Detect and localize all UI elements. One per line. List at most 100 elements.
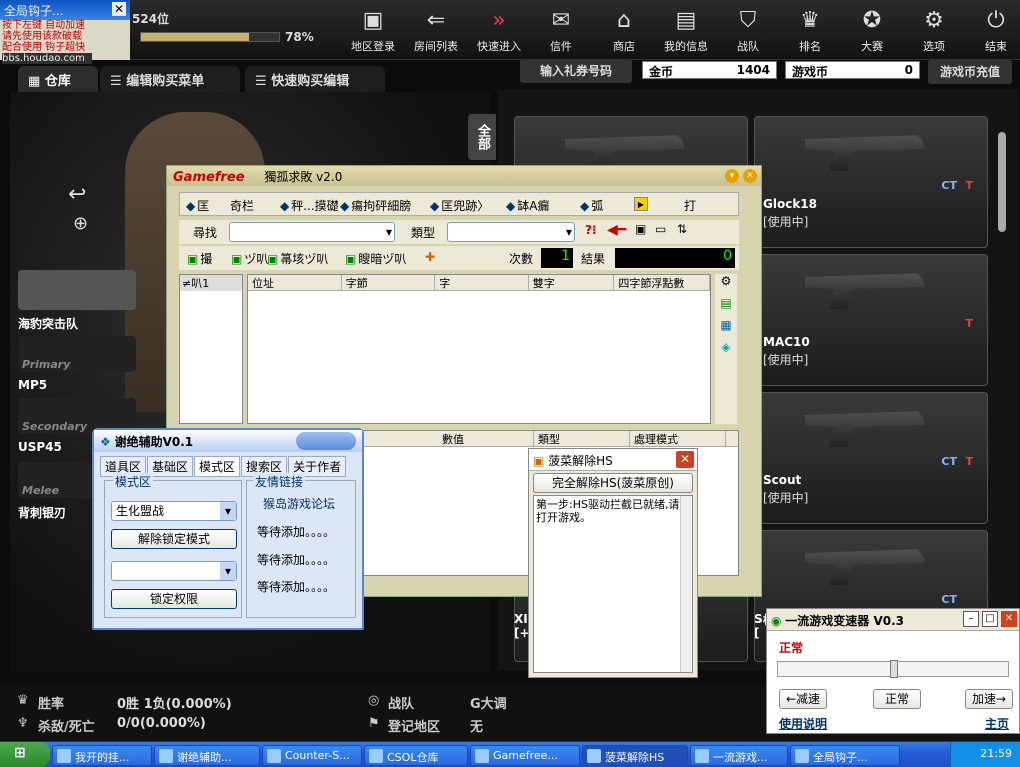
toolbar-item[interactable]: ◆ 匡: [186, 197, 209, 214]
win-rate-value: 0胜 1负(0.000%): [117, 697, 232, 712]
nav-1[interactable]: ▣ 地区登录: [342, 4, 404, 56]
list-item[interactable]: ≠叭1: [180, 275, 242, 291]
toolbar-item[interactable]: ▣ 箒垓ヅ叭: [267, 250, 328, 267]
taskbar-item[interactable]: 全局钩子...: [790, 745, 900, 766]
lock-permission-button[interactable]: 锁定权限: [111, 589, 237, 609]
column-header[interactable]: 位址: [248, 275, 342, 290]
address-list-left[interactable]: ≠叭1: [179, 274, 243, 424]
export-icon[interactable]: ⇅: [677, 222, 687, 236]
nav-8[interactable]: ♛ 排名: [779, 4, 841, 56]
close-icon[interactable]: ✕: [112, 2, 126, 16]
character-slot[interactable]: [18, 270, 136, 310]
nav-6[interactable]: ▤ 我的信息: [655, 4, 717, 56]
minimize-icon[interactable]: –: [963, 611, 979, 627]
toolbar-item[interactable]: ▣ 瞍暗ヅ叭: [345, 250, 406, 267]
permission-select[interactable]: ▾: [111, 561, 237, 581]
app-icon: [695, 749, 709, 763]
save-icon[interactable]: ▣: [635, 222, 646, 236]
tab-3[interactable]: 模式区: [194, 456, 241, 477]
toolbar-item[interactable]: ▣ ヅ叭: [231, 250, 268, 267]
column-header[interactable]: 四字節浮點數: [614, 275, 710, 290]
toolbar-item[interactable]: ◆ 匡兜跡〉: [430, 197, 489, 214]
hs-log-scrollbar[interactable]: [680, 496, 692, 672]
column-header[interactable]: 字: [435, 275, 529, 290]
toolbar-item[interactable]: ◆ 瘍拘砰細膀: [340, 197, 411, 214]
play-icon[interactable]: ▶: [634, 197, 648, 211]
toolbar-item[interactable]: 奇栏: [230, 197, 254, 214]
toolbar-item[interactable]: ◆ 缽A瘺: [506, 197, 549, 214]
tab-edit-buy-menu[interactable]: ☰ 编辑购买菜单: [100, 66, 240, 92]
column-header[interactable]: 雙字: [529, 275, 615, 290]
close-icon[interactable]: ✕: [743, 169, 757, 183]
help-link[interactable]: 使用说明: [779, 715, 827, 732]
start-button[interactable]: ⊞: [0, 742, 50, 767]
open-folder-icon[interactable]: ▭: [655, 222, 666, 236]
speed-slider-track[interactable]: [777, 660, 1009, 678]
taskbar-item[interactable]: 我开的挂...: [52, 745, 152, 766]
nav-4[interactable]: ✉ 信件: [530, 4, 592, 56]
taskbar-item[interactable]: Counter-S...: [262, 745, 362, 766]
app-icon: [369, 749, 383, 763]
primary-slot[interactable]: Primary: [18, 336, 136, 372]
taskbar-item[interactable]: 谢绝辅助...: [154, 745, 260, 766]
weapon-card[interactable]: Scout [使用中] CT T: [754, 392, 988, 524]
taskbar-item[interactable]: Gamefree...: [470, 745, 580, 766]
character-name: 海豹突击队: [18, 317, 79, 331]
taskbar-item[interactable]: 菠菜解除HS: [582, 745, 688, 766]
taskbar-item[interactable]: CSOL仓库: [364, 745, 468, 766]
slow-down-button[interactable]: ←减速: [779, 689, 827, 709]
speed-slider-thumb[interactable]: [890, 660, 898, 678]
nav-5[interactable]: ⌂ 商店: [593, 4, 655, 56]
titlebar-button[interactable]: [296, 432, 356, 450]
overlay-hook-window[interactable]: 全局钩子... ✕ 按下左键 自动加速 请先使用该款破载 配合使用 钩子超快 b…: [0, 0, 130, 64]
gift-code-button[interactable]: 输入礼券号码: [520, 59, 632, 83]
nav-9[interactable]: ✪ 大赛: [841, 4, 903, 56]
rotate-icon[interactable]: ↩: [68, 182, 86, 207]
zoom-icon[interactable]: ⊕: [73, 213, 88, 234]
column-header[interactable]: 處理模式: [630, 431, 726, 446]
column-header[interactable]: 數值: [438, 431, 534, 446]
column-header[interactable]: 字節: [342, 275, 436, 290]
eraser-icon[interactable]: ◈: [715, 340, 737, 362]
tab-quick-buy-edit[interactable]: ☰ 快速购买编辑: [245, 66, 385, 92]
help-icon[interactable]: ?⁝: [585, 223, 597, 237]
type-select[interactable]: ▾: [447, 222, 575, 242]
add-icon[interactable]: ✚: [425, 250, 435, 264]
remove-hs-button[interactable]: 完全解除HS(菠菜原创): [533, 473, 693, 493]
maximize-icon[interactable]: □: [982, 611, 998, 627]
tab-warehouse[interactable]: ▦ 仓库: [18, 66, 98, 92]
tool-icon[interactable]: ⚙: [715, 274, 737, 296]
film-icon[interactable]: ▤: [715, 296, 737, 318]
weapon-list-scrollbar[interactable]: [998, 132, 1006, 232]
hs-titlebar: ▣ 菠菜解除HS ✕: [529, 449, 697, 471]
close-icon[interactable]: ✕: [1001, 611, 1017, 627]
nav-11[interactable]: ⏻ 结束: [965, 4, 1020, 56]
nav-7[interactable]: ⛉ 战队: [717, 4, 779, 56]
toolbar-item[interactable]: ▣ 撮: [187, 250, 212, 267]
column-header[interactable]: 類型: [534, 431, 630, 446]
find-select[interactable]: ▾: [229, 222, 395, 242]
weapon-card[interactable]: MAC10 [使用中] T: [754, 254, 988, 386]
nav-10[interactable]: ⚙ 选项: [903, 4, 965, 56]
recharge-button[interactable]: 游戏币充值: [928, 60, 1012, 84]
unlock-mode-button[interactable]: 解除锁定模式: [111, 529, 237, 549]
taskbar-item[interactable]: 一流游戏...: [690, 745, 788, 766]
type-label: 類型: [411, 226, 436, 240]
forum-link[interactable]: 猴岛游戏论坛: [263, 495, 335, 512]
toolbar-item[interactable]: ◆ 秤...摸礎: [280, 197, 339, 214]
category-tab-all[interactable]: 全部: [468, 114, 496, 160]
mode-select[interactable]: 生化盟战 ▾: [111, 501, 237, 521]
weapon-card[interactable]: Glock18 [使用中] CT T: [754, 116, 988, 248]
normal-speed-button[interactable]: 正常: [873, 689, 921, 709]
speed-up-button[interactable]: 加速→: [965, 689, 1013, 709]
toolbar-item[interactable]: ◆ 弧: [580, 197, 603, 214]
nav-2[interactable]: ⇐ 房间列表: [405, 4, 467, 56]
tab-2[interactable]: 基础区: [147, 456, 194, 477]
close-icon[interactable]: ✕: [676, 451, 694, 468]
toolbar-item[interactable]: 打: [684, 197, 696, 214]
home-link[interactable]: 主页: [985, 715, 1009, 732]
red-arrow-icon[interactable]: ◀━: [607, 222, 626, 238]
calc-icon[interactable]: ▦: [715, 318, 737, 340]
nav-3[interactable]: » 快速进入: [468, 4, 530, 56]
minimize-icon[interactable]: ▾: [725, 169, 739, 183]
